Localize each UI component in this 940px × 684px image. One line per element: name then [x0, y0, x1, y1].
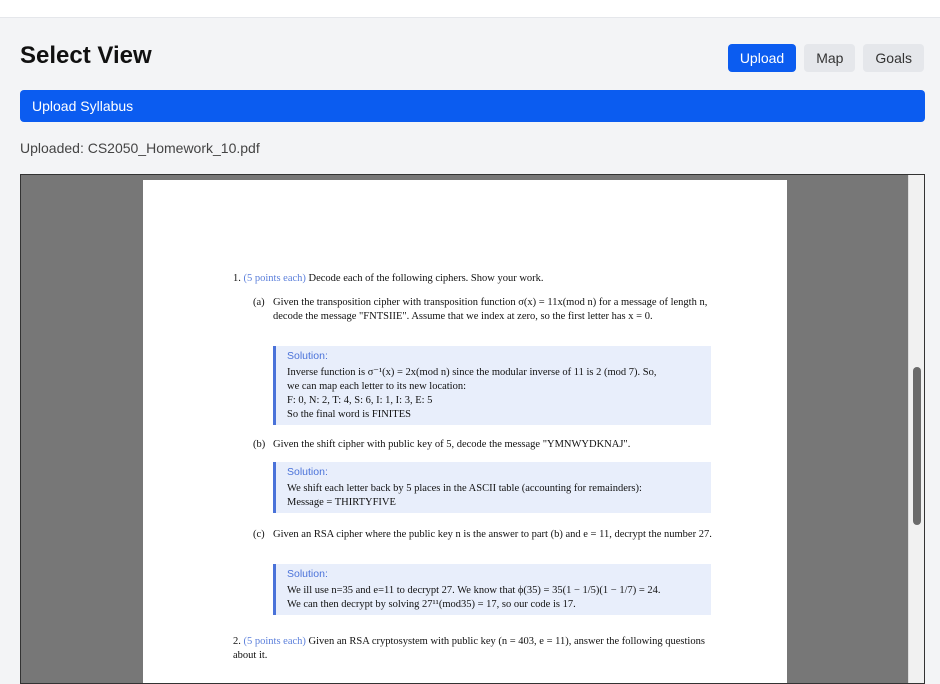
question-number: 2. — [233, 636, 241, 647]
map-view-button[interactable]: Map — [804, 44, 856, 72]
solution-line: Inverse function is σ⁻¹(x) = 2x(mod n) s… — [287, 367, 657, 378]
question-2: 2. (5 points each) Given an RSA cryptosy… — [233, 635, 713, 663]
upload-syllabus-label: Upload Syllabus — [32, 98, 134, 114]
points-label: (5 points each) — [243, 273, 306, 284]
question-number: 1. — [233, 273, 241, 284]
pdf-scrollbar[interactable] — [908, 175, 924, 683]
question-1b: (b) Given the shift cipher with public k… — [253, 438, 713, 452]
upload-view-button[interactable]: Upload — [727, 44, 797, 72]
subquestion-label: (a) — [253, 297, 265, 308]
solution-line: We ill use n=35 and e=11 to decrypt 27. … — [287, 585, 661, 596]
solution-box-1b: Solution: We shift each letter back by 5… — [273, 462, 711, 513]
solution-line: we can map each letter to its new locati… — [287, 381, 467, 392]
view-switcher: Upload Map Goals — [727, 44, 924, 72]
goals-view-button[interactable]: Goals — [863, 44, 924, 72]
solution-line: We can then decrypt by solving 27¹¹(mod3… — [287, 599, 576, 610]
subquestion-label: (b) — [253, 439, 266, 450]
subquestion-text: Given an RSA cipher where the public key… — [273, 529, 712, 540]
page-title: Select View — [20, 42, 152, 69]
subquestion-text: Given the transposition cipher with tran… — [273, 297, 708, 322]
solution-line: Message = THIRTYFIVE — [287, 497, 396, 508]
solution-heading: Solution: — [287, 466, 328, 478]
pdf-scrollbar-thumb[interactable] — [913, 367, 921, 525]
pdf-page: 1. (5 points each) Decode each of the fo… — [143, 180, 787, 683]
question-1: 1. (5 points each) Decode each of the fo… — [233, 272, 713, 286]
points-label: (5 points each) — [243, 636, 306, 647]
solution-line: We shift each letter back by 5 places in… — [287, 483, 642, 494]
uploaded-file-label: Uploaded: CS2050_Homework_10.pdf — [20, 140, 260, 156]
subquestion-text: Given the shift cipher with public key o… — [273, 439, 631, 450]
subquestion-label: (c) — [253, 529, 265, 540]
question-1a: (a) Given the transposition cipher with … — [253, 296, 713, 324]
solution-box-1c: Solution: We ill use n=35 and e=11 to de… — [273, 564, 711, 615]
solution-heading: Solution: — [287, 350, 328, 362]
question-1c: (c) Given an RSA cipher where the public… — [253, 528, 713, 542]
question-text: Decode each of the following ciphers. Sh… — [308, 273, 544, 284]
solution-line: F: 0, N: 2, T: 4, S: 6, I: 1, I: 3, E: 5 — [287, 395, 433, 406]
upload-syllabus-button[interactable]: Upload Syllabus — [20, 90, 925, 122]
top-bar — [0, 0, 940, 18]
solution-line: So the final word is FINITES — [287, 409, 411, 420]
pdf-viewer[interactable]: 1. (5 points each) Decode each of the fo… — [20, 174, 925, 684]
solution-box-1a: Solution: Inverse function is σ⁻¹(x) = 2… — [273, 346, 711, 425]
solution-heading: Solution: — [287, 568, 328, 580]
